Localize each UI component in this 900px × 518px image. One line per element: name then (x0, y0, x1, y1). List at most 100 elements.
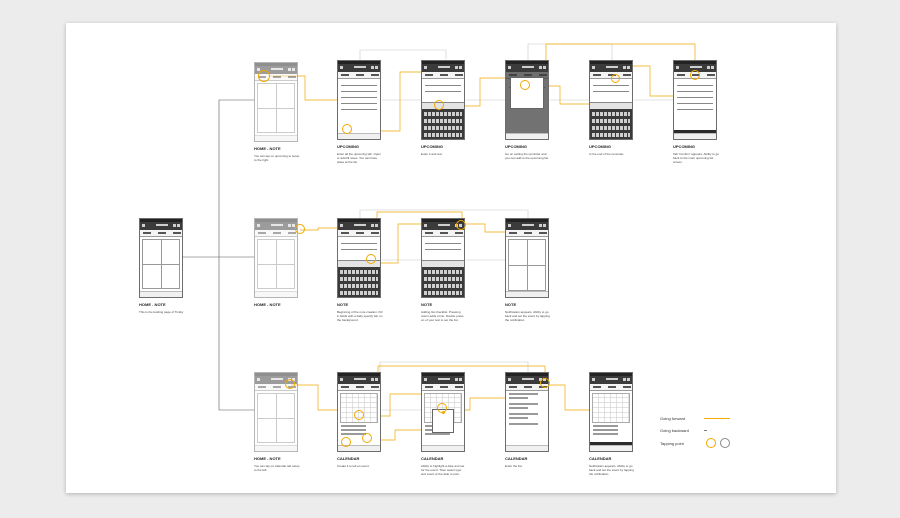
screen-title: CALENDAR (505, 456, 528, 461)
keyboard-row (424, 133, 462, 137)
form-field (677, 93, 713, 98)
close-icon (340, 66, 343, 69)
tab-strip (422, 384, 464, 391)
tapping-point (285, 379, 295, 389)
share-icon (371, 66, 374, 69)
screen-title: CALENDAR (337, 456, 360, 461)
phone-screen-home-note-main (139, 218, 183, 298)
legend-forward-label: Going forward (660, 416, 686, 421)
note-input (425, 81, 461, 86)
tab-upcoming (593, 74, 601, 76)
check-icon (711, 66, 714, 69)
check-icon (177, 224, 180, 227)
keyboard-row (340, 270, 378, 274)
app-title-mark (438, 66, 450, 68)
tab-calendar (371, 386, 379, 388)
legend-tapping-label: Tapping point (660, 441, 684, 446)
tab-strip (590, 384, 632, 391)
note-grid (257, 239, 295, 289)
close-icon (340, 378, 343, 381)
tapping-point (611, 74, 620, 83)
app-title-mark (522, 66, 534, 68)
note-input (341, 245, 377, 250)
tab-calendar (623, 386, 631, 388)
screen-title: NOTE (421, 302, 433, 307)
note-input (593, 81, 629, 86)
screen-description: Go on setting the reminder and you can a… (505, 152, 549, 160)
tab-strip (422, 230, 464, 237)
tab-calendar (455, 232, 463, 234)
check-icon (543, 66, 546, 69)
keyboard-row (424, 277, 462, 281)
tab-calendar (707, 74, 715, 76)
tab-upcoming (425, 232, 433, 234)
event-line (425, 433, 450, 435)
phone-screen-calendar-4 (589, 372, 633, 452)
form-field (341, 81, 377, 86)
bottom-toolbar (140, 291, 182, 297)
close-icon (424, 224, 427, 227)
keyboard-row (340, 291, 378, 295)
screen-title: UPCOMING (337, 144, 359, 149)
app-title-mark (354, 66, 366, 68)
grid-divider (276, 394, 277, 442)
tab-calendar (455, 386, 463, 388)
screen-title: UPCOMING (421, 144, 443, 149)
tab-upcoming (509, 386, 517, 388)
bottom-toolbar (674, 133, 716, 139)
keyboard (590, 109, 632, 139)
app-bar (590, 64, 632, 72)
tapping-point (437, 403, 447, 413)
keyboard (338, 267, 380, 297)
screen-description: Notification appears. Ability to go back… (589, 464, 634, 476)
legend-tap-circle-orange (706, 438, 716, 448)
tab-note (158, 232, 166, 234)
keyboard-row (424, 270, 462, 274)
list-line (509, 393, 538, 395)
tab-note (356, 232, 364, 234)
tapping-point (295, 224, 305, 234)
screen-title: NOTE (505, 302, 517, 307)
form-field (341, 105, 377, 110)
bottom-toolbar (506, 445, 548, 451)
keyboard-row (592, 133, 630, 137)
app-title-mark (271, 224, 283, 226)
keyboard-row (592, 112, 630, 116)
check-icon (543, 224, 546, 227)
share-icon (371, 378, 374, 381)
tab-note (273, 232, 281, 234)
app-title-mark (522, 378, 534, 380)
share-icon (539, 224, 542, 227)
bottom-toolbar (255, 445, 297, 451)
app-bar (255, 222, 297, 230)
share-icon (707, 66, 710, 69)
note-grid (257, 83, 295, 133)
share-icon (173, 224, 176, 227)
note-grid (508, 239, 546, 291)
app-bar (338, 222, 380, 230)
phone-screen-upcoming-3 (505, 60, 549, 140)
app-title-mark (606, 378, 618, 380)
tab-note (440, 386, 448, 388)
legend-forward-line (704, 418, 730, 419)
keyboard (422, 109, 464, 139)
tab-note (608, 386, 616, 388)
screen-title: CALENDAR (421, 456, 444, 461)
tab-calendar (173, 232, 181, 234)
note-input (341, 239, 377, 244)
bottom-toolbar (506, 291, 548, 297)
screen-title: HOME - NOTE (254, 146, 281, 151)
keyboard-row (424, 119, 462, 123)
tab-strip (255, 230, 297, 237)
screen-description: Beginning of the note creation. Fill in … (337, 310, 383, 322)
keyboard (422, 267, 464, 297)
tab-calendar (455, 74, 463, 76)
phone-screen-upcoming-2 (421, 60, 465, 140)
app-title-mark (438, 378, 450, 380)
grid-divider (527, 240, 528, 290)
tapping-point (366, 254, 376, 264)
app-title-mark (354, 224, 366, 226)
app-title-mark (522, 224, 534, 226)
note-grid (257, 393, 295, 443)
tab-upcoming (143, 232, 151, 234)
